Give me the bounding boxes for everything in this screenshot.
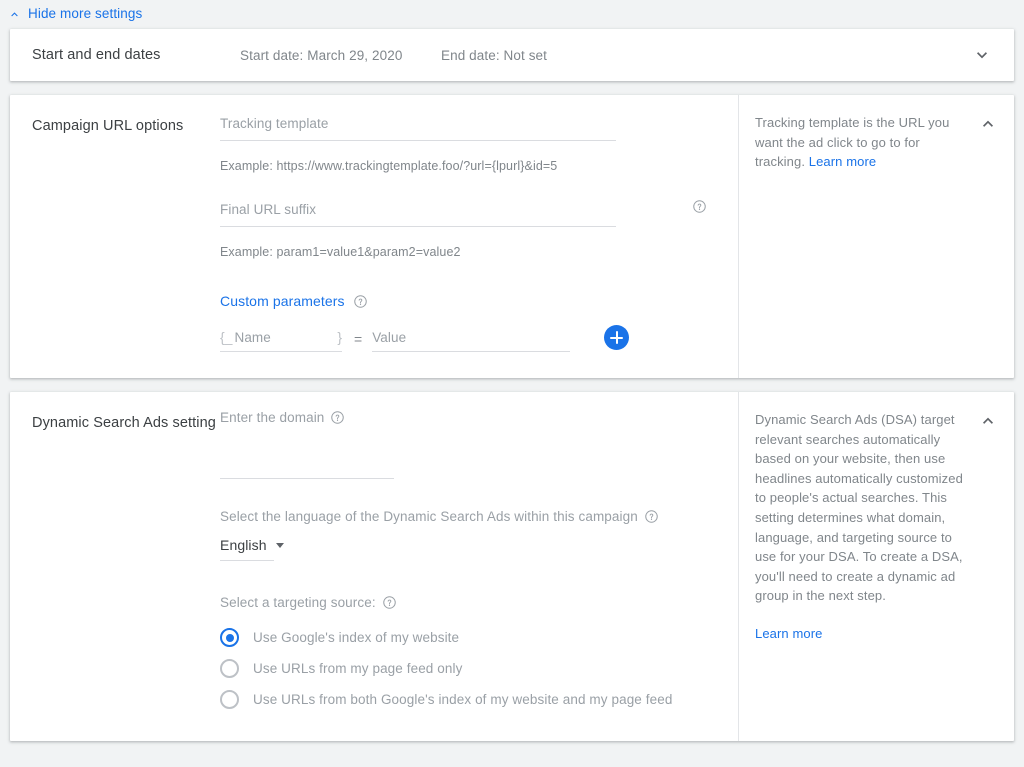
language-select[interactable]: English	[220, 537, 284, 561]
hide-more-settings-label[interactable]: Hide more settings	[28, 7, 142, 21]
hide-more-settings-toggle[interactable]: Hide more settings	[0, 0, 1024, 29]
caret-down-icon	[275, 542, 284, 548]
language-selected-value: English	[220, 537, 267, 553]
radio-button[interactable]	[220, 659, 239, 678]
dynamic-search-ads-help-panel: Dynamic Search Ads (DSA) target relevant…	[738, 392, 1014, 741]
radio-label: Use URLs from my page feed only	[253, 661, 463, 676]
radio-option-page-feed-only[interactable]: Use URLs from my page feed only	[220, 653, 718, 684]
radio-button[interactable]	[220, 628, 239, 647]
campaign-url-options-card: Campaign URL options Example: https://ww…	[10, 95, 1014, 378]
campaign-url-options-help-text: Tracking template is the URL you want th…	[755, 113, 972, 172]
targeting-source-label: Select a targeting source:	[220, 595, 376, 610]
brace-right: }	[337, 329, 342, 345]
radio-option-index-and-page-feed[interactable]: Use URLs from both Google's index of my …	[220, 684, 718, 715]
help-circle-icon[interactable]	[353, 294, 368, 309]
language-label-row: Select the language of the Dynamic Searc…	[220, 509, 718, 524]
radio-label: Use URLs from both Google's index of my …	[253, 692, 673, 707]
campaign-url-options-title: Campaign URL options	[32, 118, 184, 134]
domain-input[interactable]	[220, 451, 394, 479]
tracking-template-input[interactable]	[220, 113, 616, 141]
targeting-source-label-row: Select a targeting source:	[220, 595, 718, 610]
help-circle-icon[interactable]	[692, 199, 707, 214]
dynamic-search-ads-card: Dynamic Search Ads setting Enter the dom…	[10, 392, 1014, 741]
domain-field	[220, 451, 718, 479]
learn-more-link[interactable]: Learn more	[809, 154, 876, 169]
tracking-template-example: Example: https://www.trackingtemplate.fo…	[220, 159, 558, 173]
campaign-url-options-help-panel: Tracking template is the URL you want th…	[738, 95, 1014, 378]
custom-parameter-value-input[interactable]	[372, 330, 571, 352]
language-label: Select the language of the Dynamic Searc…	[220, 509, 638, 524]
custom-parameter-row: {_ } =	[220, 325, 718, 352]
radio-button[interactable]	[220, 690, 239, 709]
chevron-up-icon[interactable]	[978, 114, 998, 134]
custom-parameter-name-field: {_ }	[220, 329, 342, 352]
chevron-up-icon[interactable]	[978, 411, 998, 431]
start-end-dates-card[interactable]: Start and end dates Start date: March 29…	[10, 29, 1014, 81]
chevron-up-icon	[11, 11, 18, 16]
end-date-value: End date: Not set	[441, 47, 548, 63]
equals-sign: =	[354, 331, 363, 347]
help-circle-icon[interactable]	[330, 410, 345, 425]
custom-parameters-header: Custom parameters	[220, 293, 718, 309]
brace-left: {_	[220, 329, 233, 345]
dynamic-search-ads-title: Dynamic Search Ads setting	[32, 415, 216, 431]
custom-parameter-name-input[interactable]	[234, 330, 338, 345]
enter-domain-label: Enter the domain	[220, 410, 325, 425]
help-text-body: Dynamic Search Ads (DSA) target relevant…	[755, 412, 963, 604]
radio-label: Use Google's index of my website	[253, 630, 460, 645]
final-url-suffix-example: Example: param1=value1&param2=value2	[220, 245, 461, 259]
final-url-suffix-field	[220, 199, 718, 227]
campaign-url-options-fields: Example: https://www.trackingtemplate.fo…	[220, 113, 738, 352]
final-url-suffix-input[interactable]	[220, 199, 616, 227]
dynamic-search-ads-help-text: Dynamic Search Ads (DSA) target relevant…	[755, 410, 972, 644]
campaign-settings-page: Hide more settings Start and end dates S…	[0, 0, 1024, 767]
campaign-url-options-form: Campaign URL options Example: https://ww…	[10, 95, 738, 378]
targeting-source-radio-group: Use Google's index of my website Use URL…	[220, 622, 718, 715]
start-end-dates-title: Start and end dates	[32, 47, 161, 63]
radio-option-google-index[interactable]: Use Google's index of my website	[220, 622, 718, 653]
add-custom-parameter-button[interactable]	[604, 325, 630, 350]
chevron-down-icon[interactable]	[972, 45, 992, 65]
help-circle-icon[interactable]	[382, 595, 397, 610]
start-date-value: Start date: March 29, 2020	[240, 47, 403, 63]
custom-parameters-label[interactable]: Custom parameters	[220, 293, 345, 309]
help-circle-icon[interactable]	[644, 509, 659, 524]
enter-domain-label-row: Enter the domain	[220, 410, 718, 425]
learn-more-link[interactable]: Learn more	[755, 624, 972, 644]
dynamic-search-ads-form: Dynamic Search Ads setting Enter the dom…	[10, 392, 738, 741]
dynamic-search-ads-fields: Enter the domain Select the language of …	[220, 410, 738, 715]
tracking-template-field	[220, 113, 718, 141]
